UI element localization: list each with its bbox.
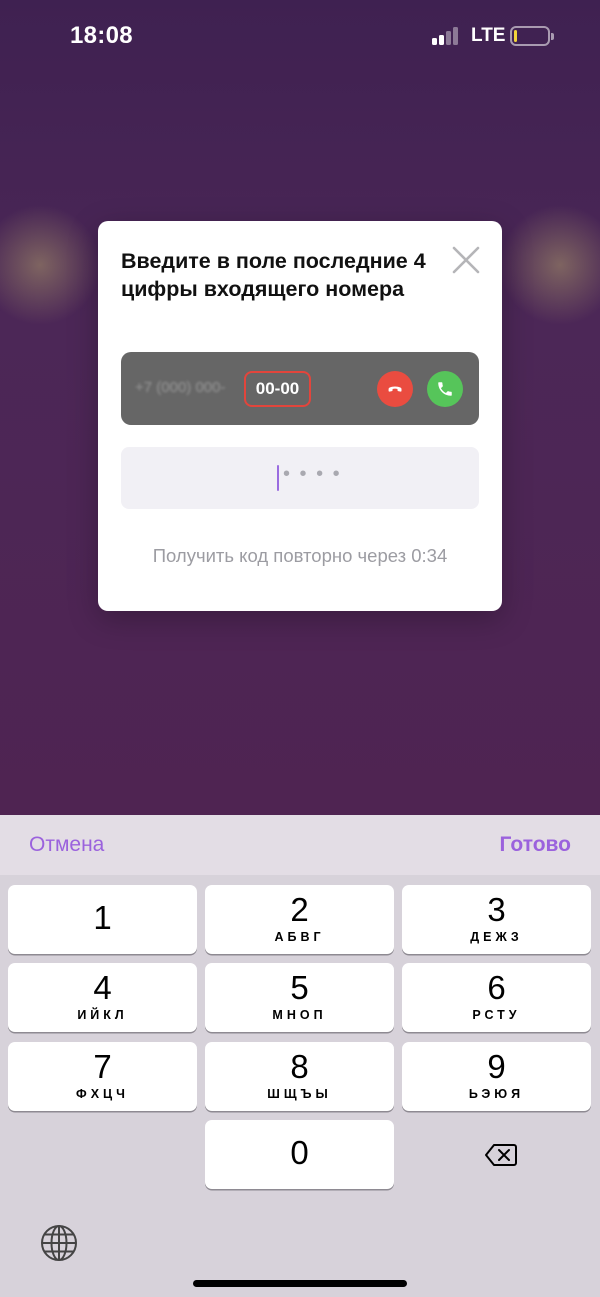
code-input[interactable]: • • • •: [121, 447, 479, 509]
key-1[interactable]: 1: [8, 885, 197, 954]
key-letters: ФХЦЧ: [76, 1087, 129, 1101]
key-letters: РСТУ: [472, 1008, 521, 1022]
key-digit: 3: [487, 891, 506, 928]
battery-level: [514, 30, 517, 42]
key-letters: ИЙКЛ: [77, 1008, 128, 1022]
key-digit: 0: [290, 1134, 309, 1171]
key-letters: МНОП: [272, 1008, 327, 1022]
key-2[interactable]: 2 АБВГ: [205, 885, 394, 954]
key-digit: 5: [290, 969, 309, 1006]
network-type: LTE: [471, 25, 506, 46]
verification-dialog: Введите в поле последние 4 цифры входяще…: [98, 221, 502, 611]
key-digit: 9: [487, 1048, 506, 1085]
key-letters: ШЩЪЫ: [267, 1087, 332, 1101]
call-number-prefix: +7 (000) 000-: [135, 379, 226, 396]
key-letters: ДЕЖЗ: [470, 930, 523, 944]
phone-accept-icon: [427, 371, 463, 407]
close-icon[interactable]: [450, 244, 482, 276]
key-8[interactable]: 8 ШЩЪЫ: [205, 1042, 394, 1111]
text-cursor: [277, 465, 279, 491]
key-4[interactable]: 4 ИЙКЛ: [8, 963, 197, 1032]
cancel-button[interactable]: Отмена: [29, 833, 104, 857]
call-last-digits: 00-00: [244, 371, 311, 407]
key-9[interactable]: 9 ЬЭЮЯ: [402, 1042, 591, 1111]
key-5[interactable]: 5 МНОП: [205, 963, 394, 1032]
incoming-call-example: +7 (000) 000- 00-00: [121, 352, 479, 425]
key-6[interactable]: 6 РСТУ: [402, 963, 591, 1032]
signal-icon: [432, 27, 464, 45]
key-0[interactable]: 0: [205, 1120, 394, 1189]
key-digit: 8: [290, 1048, 309, 1085]
globe-icon[interactable]: [39, 1223, 79, 1263]
status-time: 18:08: [70, 22, 133, 49]
battery-icon: [510, 26, 554, 46]
key-letters: АБВГ: [274, 930, 325, 944]
key-digit: 4: [93, 969, 112, 1006]
numeric-keyboard: Отмена Готово 1 2 АБВГ 3 ДЕЖЗ 4 ИЙКЛ 5 М…: [0, 815, 600, 1297]
status-bar: 18:08 LTE: [0, 0, 600, 70]
key-digit: 2: [290, 891, 309, 928]
code-placeholder: • • • •: [283, 463, 342, 485]
phone-decline-icon: [377, 371, 413, 407]
key-7[interactable]: 7 ФХЦЧ: [8, 1042, 197, 1111]
backspace-icon[interactable]: [466, 1137, 536, 1173]
key-digit: 6: [487, 969, 506, 1006]
home-indicator: [193, 1280, 407, 1287]
key-digit: 7: [93, 1048, 112, 1085]
resend-countdown: Получить код повторно через 0:34: [152, 545, 448, 566]
key-digit: 1: [93, 899, 112, 936]
dialog-title: Введите в поле последние 4 цифры входяще…: [121, 249, 426, 301]
done-button[interactable]: Готово: [500, 833, 571, 857]
keyboard-toolbar: Отмена Готово: [0, 815, 600, 875]
key-letters: ЬЭЮЯ: [468, 1087, 525, 1101]
key-3[interactable]: 3 ДЕЖЗ: [402, 885, 591, 954]
